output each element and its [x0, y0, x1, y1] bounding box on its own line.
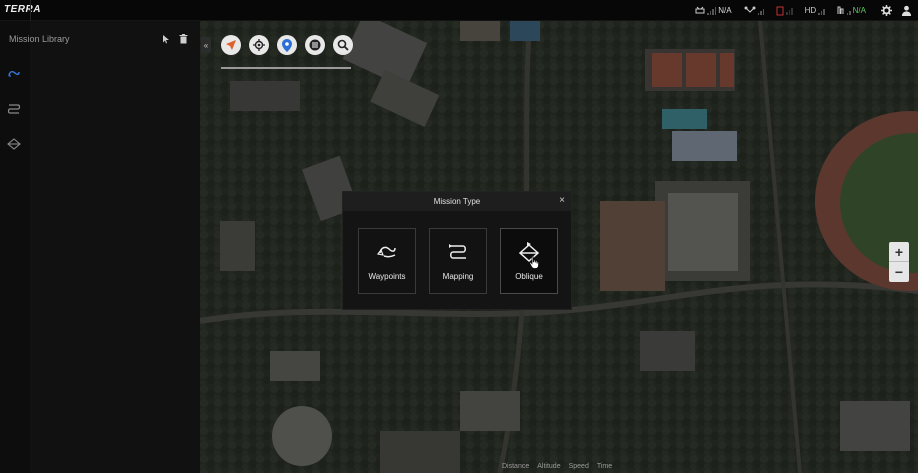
close-button[interactable]: ×	[559, 195, 565, 206]
mission-rail	[0, 21, 30, 473]
hand-cursor-icon	[529, 255, 539, 269]
logo-divider	[30, 0, 31, 21]
search-button[interactable]	[333, 35, 353, 55]
mission-library-panel	[0, 21, 200, 473]
video-status: HD	[805, 6, 825, 15]
drone-status	[744, 6, 765, 15]
rail-mapping-button[interactable]	[6, 102, 22, 116]
delete-icon	[179, 34, 187, 44]
mapping-option[interactable]: Mapping	[429, 228, 487, 294]
dialog-title: Mission Type	[433, 197, 481, 206]
chevron-left-icon: «	[203, 40, 209, 50]
signal-bars-icon	[846, 7, 851, 15]
stat-altitude-label: Altitude	[537, 463, 561, 470]
compass-icon	[226, 40, 236, 50]
delete-button[interactable]	[177, 33, 189, 45]
gear-icon	[880, 5, 892, 16]
battery-bars-icon	[786, 7, 793, 15]
satellite-icon	[837, 6, 844, 14]
zoom-out-button[interactable]: −	[889, 262, 909, 282]
import-icon	[163, 35, 169, 44]
zoom-in-button[interactable]: +	[889, 242, 909, 262]
mapping-label: Mapping	[442, 272, 474, 281]
waypoints-icon	[375, 241, 399, 263]
signal-bars-icon	[707, 6, 717, 15]
video-quality: HD	[804, 6, 817, 15]
app-logo: TERRA	[4, 4, 41, 15]
settings-button[interactable]	[878, 3, 894, 19]
import-button[interactable]	[160, 33, 172, 45]
rail-oblique-button[interactable]	[6, 137, 22, 151]
dialog-header: Mission Type ×	[343, 192, 571, 211]
top-bar: TERRA N/A HD N/A	[0, 0, 918, 21]
battery-icon	[776, 6, 784, 15]
battery-status	[776, 6, 793, 16]
rail-waypoints-button[interactable]	[6, 67, 22, 81]
close-icon: ×	[559, 195, 565, 206]
pin-icon	[282, 38, 292, 52]
gps-value: N/A	[852, 6, 866, 15]
rc-signal-value: N/A	[718, 6, 732, 15]
rc-signal-status: N/A	[695, 6, 732, 15]
user-icon	[901, 5, 911, 16]
waypoints-mission-icon	[8, 71, 20, 77]
locate-button[interactable]	[249, 35, 269, 55]
signal-bars-icon	[818, 7, 825, 15]
stat-time-label: Time	[596, 463, 613, 470]
account-button[interactable]	[898, 3, 914, 19]
drone-icon	[744, 6, 756, 13]
oblique-mission-icon	[7, 138, 21, 150]
collapse-panel-button[interactable]: «	[201, 37, 211, 53]
locate-icon	[253, 39, 265, 51]
list-icon	[309, 39, 321, 51]
oblique-label: Oblique	[515, 272, 543, 281]
mapping-icon	[446, 241, 470, 263]
waypoints-option[interactable]: Waypoints	[358, 228, 416, 294]
flight-stats-bar: Distance Altitude Speed Time	[502, 463, 612, 470]
signal-bars-icon	[757, 7, 765, 15]
stat-speed-label: Speed	[568, 463, 589, 470]
search-icon	[337, 39, 349, 51]
zoom-control: + −	[889, 242, 909, 282]
gps-status: N/A	[837, 6, 866, 15]
mapping-mission-icon	[7, 104, 21, 114]
waypoints-label: Waypoints	[368, 272, 406, 281]
mission-type-dialog: Mission Type × Waypoints Mapping Oblique	[342, 191, 572, 310]
remote-controller-icon	[695, 6, 705, 14]
compass-button[interactable]	[221, 35, 241, 55]
mission-library-title: Mission Library	[9, 34, 70, 44]
list-button[interactable]	[305, 35, 325, 55]
pin-button[interactable]	[277, 35, 297, 55]
status-area: N/A HD N/A	[695, 0, 918, 21]
map-scale-bar	[221, 67, 351, 69]
stat-distance-label: Distance	[502, 463, 530, 470]
